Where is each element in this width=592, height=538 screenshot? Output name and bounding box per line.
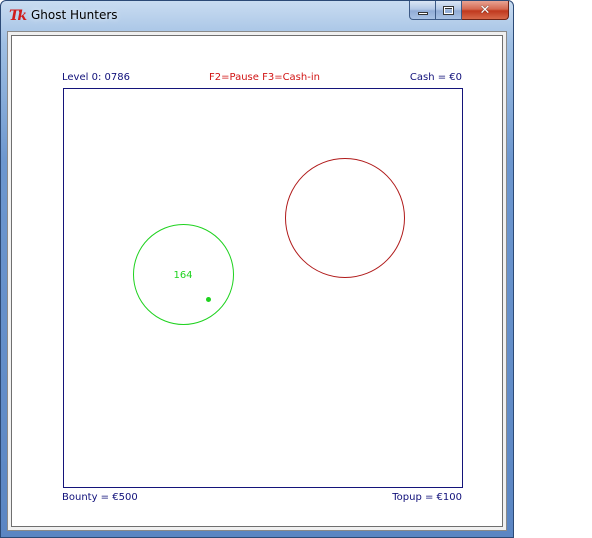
close-icon: ✕ [479,2,491,18]
topup-readout: Topup = €100 [392,492,462,503]
app-window: Tk Ghost Hunters ✕ Level 0: 0786 F2=Paus… [0,0,514,538]
game-canvas[interactable]: Level 0: 0786 F2=Pause F3=Cash-in Cash =… [11,35,503,527]
tk-icon: Tk [9,8,27,24]
level-readout: Level 0: 0786 [62,72,130,83]
controls-hint: F2=Pause F3=Cash-in [209,72,320,83]
title-bar[interactable]: Tk Ghost Hunters ✕ [1,1,513,31]
maximize-button[interactable] [436,1,462,20]
close-button[interactable]: ✕ [462,1,509,20]
minimize-button[interactable] [409,1,436,20]
cash-readout: Cash = €0 [409,72,462,83]
maximize-icon [443,5,454,15]
ghost-green-dot [206,297,211,302]
bounty-readout: Bounty = €500 [62,492,138,503]
minimize-icon [417,11,428,15]
ghost-green-label: 164 [173,270,193,281]
play-arena[interactable]: 164 [63,88,463,488]
window-title: Ghost Hunters [31,8,118,22]
ghost-red[interactable] [285,158,405,278]
client-area: Level 0: 0786 F2=Pause F3=Cash-in Cash =… [7,31,507,531]
window-controls: ✕ [409,1,509,21]
